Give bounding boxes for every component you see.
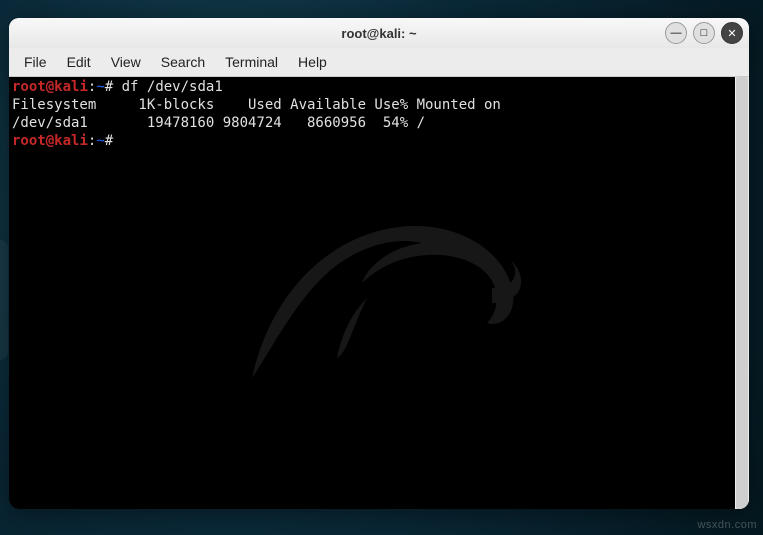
- minimize-button[interactable]: —: [665, 22, 687, 44]
- dock-edge: [0, 240, 8, 360]
- menu-search[interactable]: Search: [152, 51, 214, 73]
- window-title: root@kali: ~: [341, 26, 416, 41]
- watermark: wsxdn.com: [697, 519, 757, 531]
- output-line: Filesystem 1K-blocks Used Available Use%…: [12, 96, 732, 114]
- scrollbar[interactable]: [735, 77, 749, 509]
- titlebar[interactable]: root@kali: ~ — □ ✕: [9, 18, 749, 48]
- close-button[interactable]: ✕: [721, 22, 743, 44]
- menu-terminal[interactable]: Terminal: [216, 51, 287, 73]
- maximize-button[interactable]: □: [693, 22, 715, 44]
- window-controls: — □ ✕: [665, 22, 743, 44]
- terminal-content: root@kali:~# df /dev/sda1Filesystem 1K-b…: [12, 78, 732, 150]
- scrollbar-track[interactable]: [735, 77, 749, 509]
- menu-help[interactable]: Help: [289, 51, 336, 73]
- output-line: /dev/sda1 19478160 9804724 8660956 54% /: [12, 114, 732, 132]
- prompt-line: root@kali:~#: [12, 132, 732, 150]
- desktop: root@kali: ~ — □ ✕ File Edit View Search…: [0, 0, 763, 535]
- menubar: File Edit View Search Terminal Help: [9, 48, 749, 77]
- kali-dragon-icon: [192, 128, 552, 428]
- menu-view[interactable]: View: [102, 51, 150, 73]
- prompt-line: root@kali:~# df /dev/sda1: [12, 78, 732, 96]
- terminal[interactable]: root@kali:~# df /dev/sda1Filesystem 1K-b…: [9, 77, 735, 509]
- terminal-window: root@kali: ~ — □ ✕ File Edit View Search…: [9, 18, 749, 509]
- menu-file[interactable]: File: [15, 51, 56, 73]
- scrollbar-thumb[interactable]: [736, 77, 748, 509]
- menu-edit[interactable]: Edit: [58, 51, 100, 73]
- terminal-wrap: root@kali:~# df /dev/sda1Filesystem 1K-b…: [9, 77, 749, 509]
